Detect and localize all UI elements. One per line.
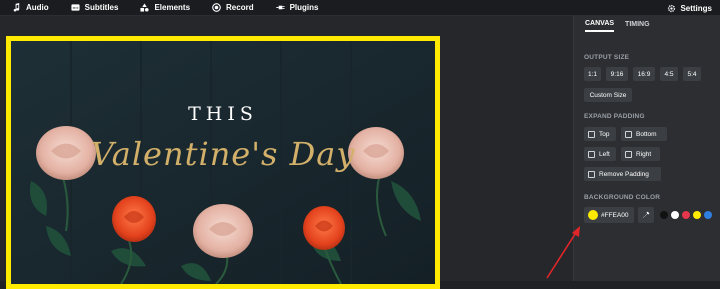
padding-left-toggle[interactable]: Left <box>584 147 616 161</box>
remove-padding-toggle[interactable]: Remove Padding <box>584 167 661 181</box>
nav-record-label: Record <box>226 3 254 12</box>
color-palette <box>660 211 718 219</box>
size-1-1-button[interactable]: 1:1 <box>584 67 601 81</box>
canvas-stage: THIS Valentine's Day <box>0 16 573 289</box>
canvas-title-line2: Valentine's Day <box>90 135 356 173</box>
annotation-arrow-icon <box>546 226 580 279</box>
palette-swatch-yellow[interactable] <box>693 211 701 219</box>
palette-swatch-black[interactable] <box>660 211 668 219</box>
shapes-icon <box>140 3 150 12</box>
nav-plugins-label: Plugins <box>289 3 319 12</box>
padding-left-label: Left <box>599 150 610 158</box>
subtitles-icon <box>71 4 80 11</box>
record-icon <box>212 3 221 12</box>
nav-elements[interactable]: Elements <box>140 3 190 12</box>
gear-icon <box>668 4 676 12</box>
nav-elements-label: Elements <box>154 3 191 12</box>
padding-bottom-label: Bottom <box>636 130 657 138</box>
current-color-swatch <box>588 210 598 220</box>
music-note-icon <box>13 3 20 12</box>
nav-audio-label: Audio <box>26 3 49 12</box>
checkbox-icon <box>588 170 595 178</box>
padding-right-toggle[interactable]: Right <box>621 147 660 161</box>
remove-padding-label: Remove Padding <box>599 170 649 178</box>
checkbox-icon <box>625 150 632 158</box>
background-color-value: #FFEA00 <box>601 211 629 219</box>
palette-swatch-blue[interactable] <box>704 211 712 219</box>
checkbox-icon <box>625 130 632 138</box>
padding-top-label: Top <box>599 130 610 138</box>
eyedropper-button[interactable] <box>638 207 654 223</box>
palette-swatch-white[interactable] <box>671 211 679 219</box>
top-toolbar: Audio Subtitles Elements Record Plugins … <box>0 0 720 16</box>
nav-subtitles-label: Subtitles <box>84 3 119 12</box>
nav-plugins[interactable]: Plugins <box>275 3 319 12</box>
panel-tabs: CANVAS TIMING <box>574 16 720 36</box>
padding-top-toggle[interactable]: Top <box>584 127 616 141</box>
size-5-4-button[interactable]: 5:4 <box>683 67 701 81</box>
size-16-9-button[interactable]: 16:9 <box>633 67 655 81</box>
checkbox-icon <box>588 130 595 138</box>
output-size-label: OUTPUT SIZE <box>584 54 630 61</box>
checkbox-icon <box>588 150 595 158</box>
padding-right-label: Right <box>636 150 652 158</box>
settings-button[interactable]: Settings <box>667 0 712 16</box>
nav-record[interactable]: Record <box>212 3 254 12</box>
eyedropper-icon <box>642 211 650 219</box>
background-color-label: BACKGROUND COLOR <box>584 194 661 201</box>
expand-padding-label: EXPAND PADDING <box>584 113 645 120</box>
palette-swatch-red[interactable] <box>682 211 690 219</box>
video-canvas[interactable]: THIS Valentine's Day <box>6 36 440 289</box>
tab-timing[interactable]: TIMING <box>625 21 650 31</box>
custom-size-button[interactable]: Custom Size <box>584 88 632 102</box>
top-nav: Audio Subtitles Elements Record Plugins <box>0 0 328 16</box>
canvas-title-line1: THIS <box>188 103 258 125</box>
padding-bottom-toggle[interactable]: Bottom <box>621 127 667 141</box>
properties-panel: CANVAS TIMING OUTPUT SIZE 1:1 9:16 16:9 … <box>573 16 720 281</box>
nav-subtitles[interactable]: Subtitles <box>71 3 119 12</box>
nav-audio[interactable]: Audio <box>12 3 49 12</box>
tab-canvas[interactable]: CANVAS <box>585 20 615 32</box>
settings-label: Settings <box>680 3 712 13</box>
size-9-16-button[interactable]: 9:16 <box>606 67 628 81</box>
plug-icon <box>275 5 285 10</box>
background-color-picker[interactable]: #FFEA00 <box>584 207 634 223</box>
size-4-5-button[interactable]: 4:5 <box>660 67 678 81</box>
